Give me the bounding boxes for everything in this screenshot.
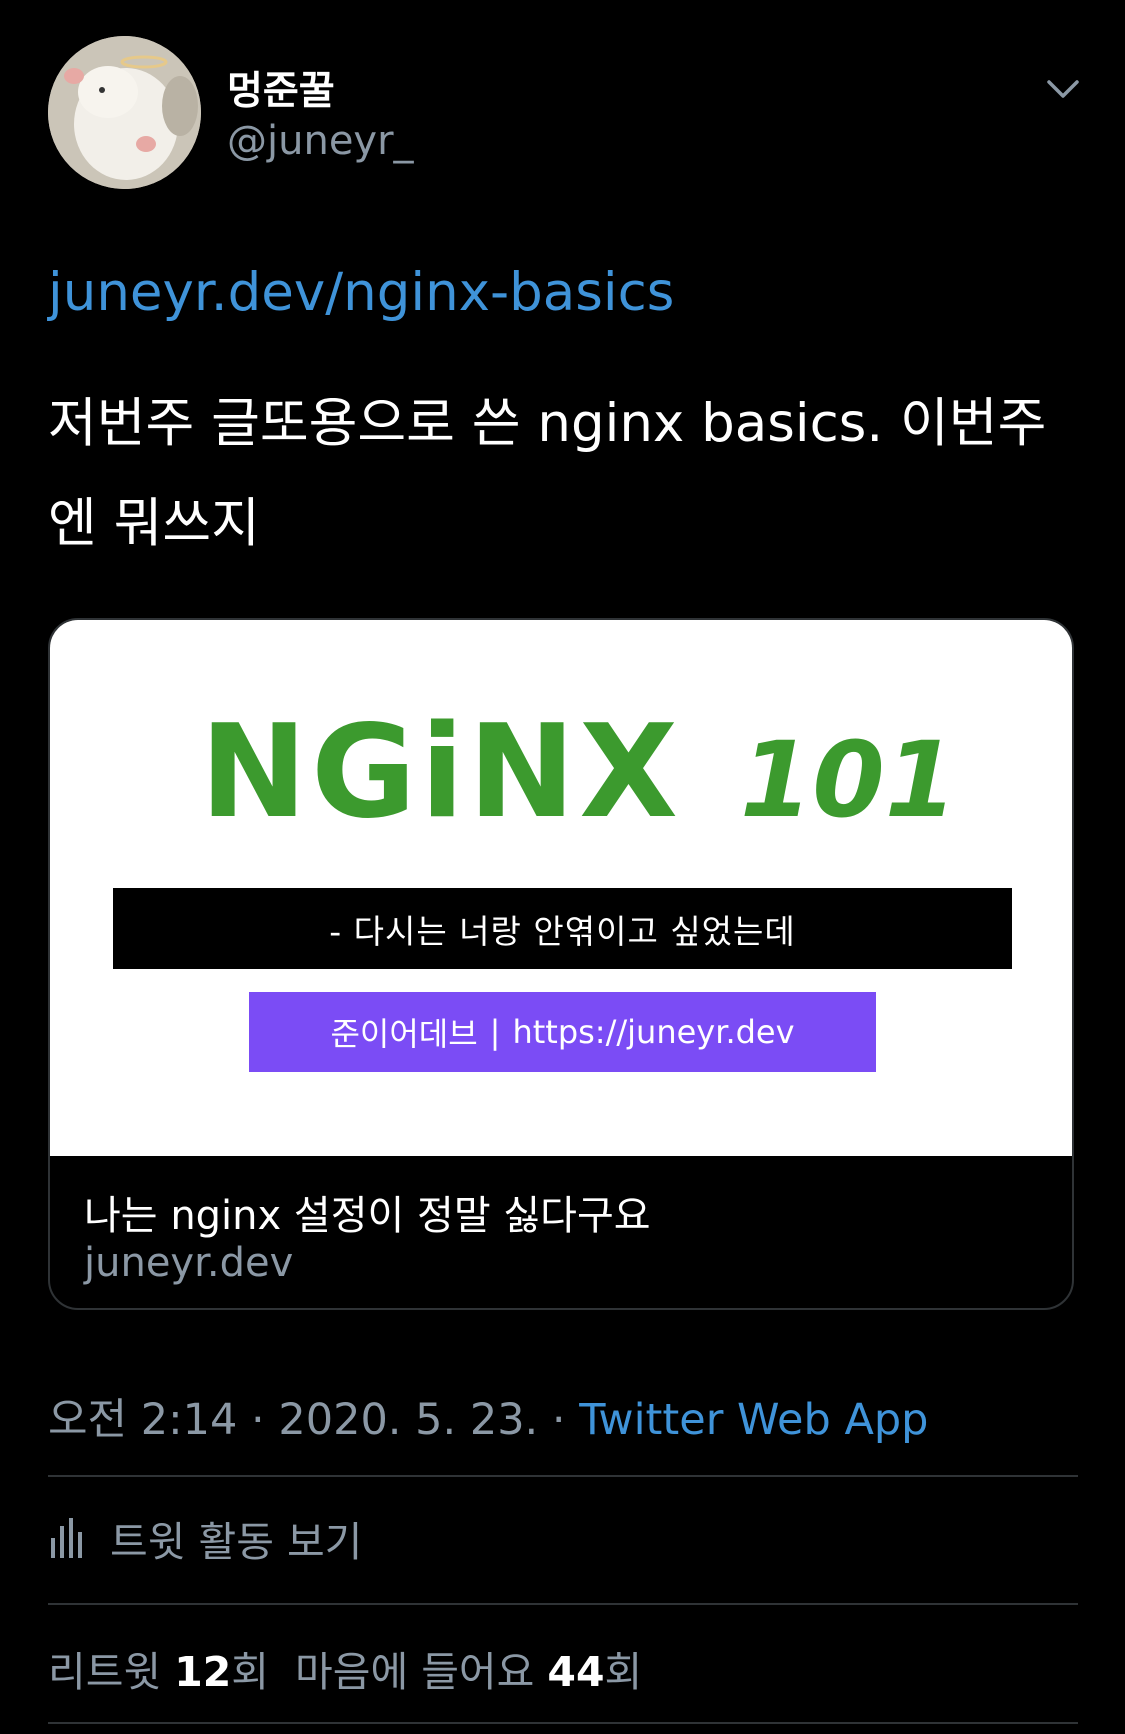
card-brand-url: https://juneyr.dev bbox=[512, 1013, 795, 1051]
tweet-activity-button[interactable]: 트윗 활동 보기 bbox=[48, 1508, 362, 1568]
card-subtitle-banner: - 다시는 너랑 안엮이고 싶었는데 bbox=[113, 888, 1012, 969]
nginx-logo: NGiNX 101 bbox=[200, 698, 957, 847]
tweet-link[interactable]: juneyr.dev/nginx-basics bbox=[48, 262, 674, 323]
avatar[interactable] bbox=[48, 36, 201, 189]
likes-suffix: 회 bbox=[604, 1648, 643, 1696]
meta-separator: · bbox=[551, 1395, 566, 1445]
tweet-meta: 오전 2:14 · 2020. 5. 23. · Twitter Web App bbox=[48, 1385, 928, 1447]
card-domain: juneyr.dev bbox=[84, 1240, 294, 1286]
chevron-down-icon[interactable] bbox=[1043, 74, 1083, 104]
tweet-activity-label: 트윗 활동 보기 bbox=[110, 1518, 363, 1566]
svg-text:101: 101 bbox=[740, 719, 957, 841]
meta-separator: · bbox=[251, 1395, 265, 1445]
tweet-detail: 멍준꿀 @juneyr_ juneyr.dev/nginx-basics 저번주… bbox=[0, 0, 1125, 1734]
retweets-label: 리트윗 bbox=[48, 1648, 162, 1696]
tweet-source[interactable]: Twitter Web App bbox=[579, 1395, 928, 1445]
user-handle[interactable]: @juneyr_ bbox=[227, 118, 414, 164]
divider bbox=[48, 1603, 1078, 1605]
tweet-stats: 리트윗 12회 마음에 들어요 44회 bbox=[48, 1638, 642, 1698]
card-title: 나는 nginx 설정이 정말 싫다구요 bbox=[84, 1193, 651, 1239]
card-brand-name: 준이어데브 bbox=[330, 1015, 478, 1053]
tweet-date[interactable]: 2020. 5. 23. bbox=[278, 1395, 538, 1445]
card-brand-banner: 준이어데브 | https://juneyr.dev bbox=[249, 992, 876, 1072]
link-card[interactable]: NGiNX 101 - 다시는 너랑 안엮이고 싶었는데 준이어데브 | htt… bbox=[48, 618, 1074, 1310]
likes-stat[interactable]: 마음에 들어요 44회 bbox=[295, 1648, 642, 1696]
retweets-suffix: 회 bbox=[231, 1648, 270, 1696]
retweets-stat[interactable]: 리트윗 12회 bbox=[48, 1648, 269, 1696]
divider bbox=[48, 1722, 1078, 1724]
likes-count: 44 bbox=[547, 1648, 605, 1696]
svg-text:NGiNX: NGiNX bbox=[200, 698, 682, 847]
display-name[interactable]: 멍준꿀 bbox=[227, 60, 335, 116]
bar-chart-icon bbox=[51, 1518, 82, 1558]
divider bbox=[48, 1475, 1078, 1477]
avatar-image bbox=[48, 36, 201, 189]
retweets-count: 12 bbox=[174, 1648, 232, 1696]
tweet-text: 저번주 글또용으로 쓴 nginx basics. 이번주엔 뭐쓰지 bbox=[48, 393, 1047, 554]
likes-label: 마음에 들어요 bbox=[295, 1648, 535, 1696]
card-image: NGiNX 101 - 다시는 너랑 안엮이고 싶었는데 준이어데브 | htt… bbox=[50, 620, 1072, 1156]
tweet-time[interactable]: 오전 2:14 bbox=[48, 1395, 237, 1445]
card-brand-separator: | bbox=[489, 1013, 501, 1051]
